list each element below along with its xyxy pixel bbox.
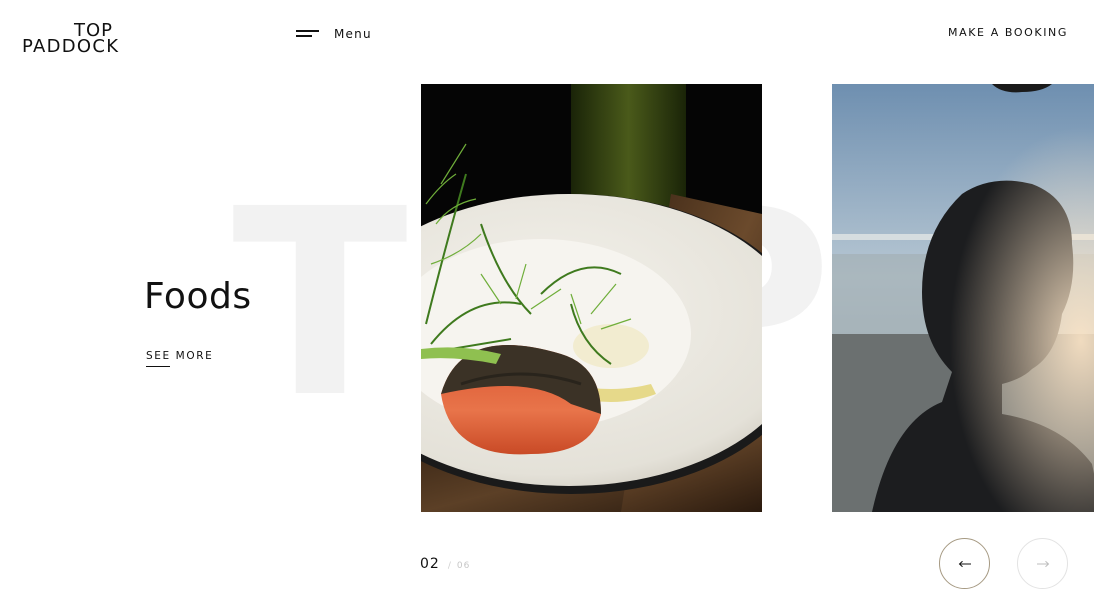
portrait-slide-image[interactable] xyxy=(832,84,1094,512)
counter-separator: / xyxy=(447,561,451,571)
next-slide-button[interactable] xyxy=(1017,538,1068,589)
arrow-left-icon xyxy=(958,560,971,567)
hamburger-icon xyxy=(296,30,319,38)
menu-button[interactable]: Menu xyxy=(296,24,372,44)
see-more-link[interactable]: SEE MORE xyxy=(146,350,213,362)
salmon-dish-illustration xyxy=(421,84,762,512)
previous-slide-button[interactable] xyxy=(939,538,990,589)
make-a-booking-link[interactable]: MAKE A BOOKING xyxy=(948,26,1068,39)
slide-counter: 02 / 06 xyxy=(420,556,470,572)
logo[interactable]: TOP PADDOCK xyxy=(22,22,120,57)
total-slides-number: 06 xyxy=(456,561,471,571)
see-more-underline xyxy=(146,366,170,367)
logo-line-paddock: PADDOCK xyxy=(22,36,120,57)
arrow-right-icon xyxy=(1036,560,1049,567)
menu-label: Menu xyxy=(334,27,372,41)
section-title: Foods xyxy=(144,276,252,317)
food-slide-image[interactable] xyxy=(421,84,762,512)
current-slide-number: 02 xyxy=(420,556,440,572)
man-silhouette-illustration xyxy=(832,84,1094,512)
